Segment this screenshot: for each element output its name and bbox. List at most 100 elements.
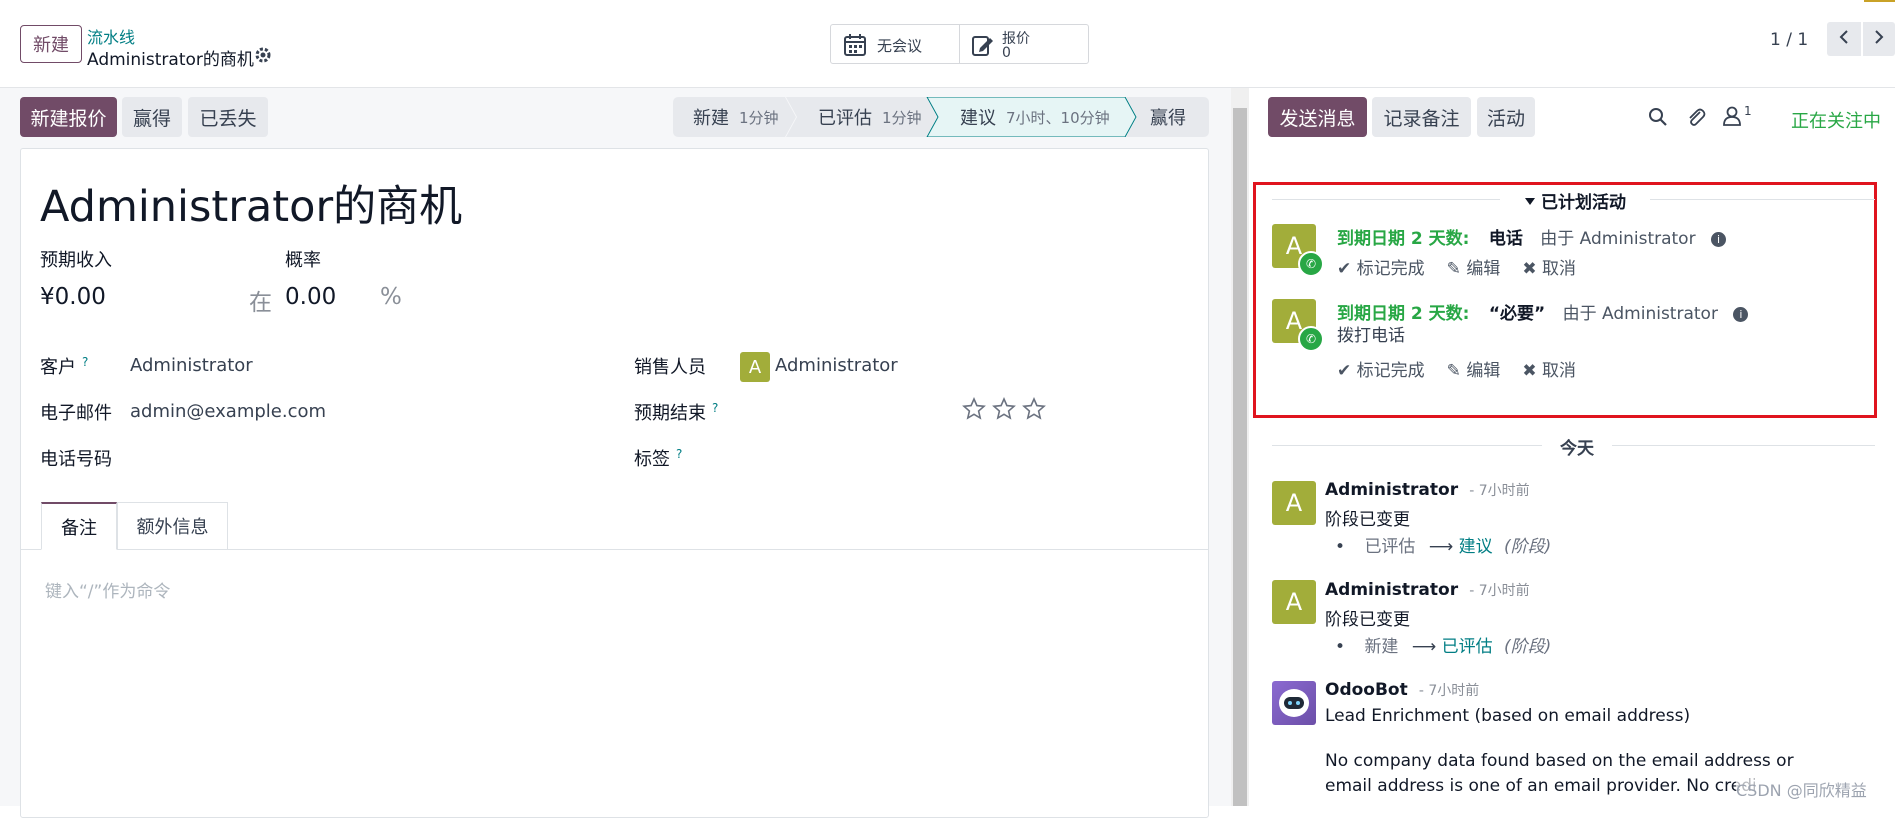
activity-note: 拨打电话	[1337, 326, 1405, 346]
help-icon[interactable]: ?	[82, 355, 88, 369]
tracking-value-line: • 已评估 ⟶ 建议 (阶段)	[1335, 532, 1551, 557]
stage-qualified-duration: 1分钟	[882, 108, 922, 127]
stage-new[interactable]: 新建 1分钟	[693, 97, 779, 137]
stage-won[interactable]: 赢得	[1150, 97, 1186, 137]
cancel-activity-button[interactable]: ✖ 取消	[1522, 254, 1576, 279]
quotations-smart-button[interactable]: 报价 0	[959, 24, 1089, 64]
edit-activity-button[interactable]: ✎ 编辑	[1447, 254, 1501, 279]
pager-next-button[interactable]	[1863, 22, 1895, 56]
tracking-field-name: (阶段)	[1504, 637, 1552, 657]
form-sheet	[20, 148, 1209, 818]
pager-value[interactable]: 1 / 1	[1770, 30, 1808, 50]
mark-done-button[interactable]: ✔ 标记完成	[1337, 356, 1425, 381]
phone-field[interactable]	[130, 443, 580, 471]
pager-previous-button[interactable]	[1827, 22, 1861, 56]
followers-icon[interactable]	[1723, 106, 1741, 130]
star-icon[interactable]	[992, 397, 1016, 421]
activity-button[interactable]: 活动	[1477, 97, 1535, 137]
paperclip-icon[interactable]	[1686, 106, 1706, 132]
customer-field[interactable]: Administrator	[130, 355, 253, 376]
following-button[interactable]: 正在关注中	[1791, 107, 1881, 133]
breadcrumb-current: Administrator的商机	[87, 50, 254, 70]
message-author[interactable]: OdooBot	[1325, 680, 1408, 700]
new-quotation-button[interactable]: 新建报价	[20, 97, 117, 137]
salesperson-field[interactable]: Administrator	[775, 355, 898, 376]
edit-document-icon	[970, 33, 994, 61]
form-scrollbar[interactable]	[1231, 88, 1249, 806]
help-icon[interactable]: ?	[712, 401, 718, 415]
info-icon[interactable]: i	[1733, 307, 1749, 322]
gear-icon[interactable]	[254, 46, 272, 64]
close-icon: ✖	[1522, 361, 1537, 381]
stage-new-label: 新建	[693, 108, 729, 129]
stage-proposition-duration: 7小时、10分钟	[1006, 108, 1110, 127]
activity-assigned: 由于 Administrator	[1562, 304, 1718, 324]
salesperson-label: 销售人员	[634, 357, 706, 378]
tab-notes[interactable]: 备注	[41, 502, 117, 550]
send-message-button[interactable]: 发送消息	[1268, 97, 1367, 137]
search-icon[interactable]	[1648, 107, 1668, 131]
calendar-icon	[843, 33, 867, 61]
arrow-right-icon: ⟶	[1411, 637, 1437, 657]
expected-revenue-value[interactable]: ¥0.00	[40, 284, 106, 310]
check-icon: ✔	[1337, 361, 1352, 381]
message-author[interactable]: Administrator	[1325, 580, 1458, 600]
message-author-avatar[interactable]: A	[1272, 580, 1316, 624]
planned-header-line-right	[1650, 199, 1875, 200]
log-note-button[interactable]: 记录备注	[1372, 97, 1471, 137]
today-line-left	[1272, 445, 1542, 446]
message-author[interactable]: Administrator	[1325, 480, 1458, 500]
expected-closing-label: 预期结束?	[634, 401, 719, 424]
planned-activities-toggle[interactable]: 已计划活动	[1525, 188, 1626, 213]
mark-done-button[interactable]: ✔ 标记完成	[1337, 254, 1425, 279]
activity-type: 电话	[1488, 229, 1523, 249]
activity-assigned: 由于 Administrator	[1540, 229, 1696, 249]
tracking-old-value: 新建	[1364, 637, 1399, 657]
scrollbar-thumb[interactable]	[1233, 108, 1247, 806]
info-icon[interactable]: i	[1710, 232, 1726, 247]
arrow-right-icon: ⟶	[1428, 537, 1454, 557]
stage-qualified[interactable]: 已评估 1分钟	[818, 97, 922, 137]
message-time: - 7小时前	[1418, 683, 1480, 699]
new-record-button[interactable]: 新建	[20, 25, 82, 63]
mark-lost-button[interactable]: 已丢失	[188, 97, 268, 137]
opportunity-title[interactable]: Administrator的商机	[40, 172, 462, 234]
activity-actions: ✔ 标记完成 ✎ 编辑 ✖ 取消	[1337, 356, 1576, 381]
email-field[interactable]: admin@example.com	[130, 401, 326, 422]
mark-won-button[interactable]: 赢得	[122, 97, 182, 137]
today-separator: 今天	[1560, 439, 1594, 459]
robot-face-icon	[1279, 689, 1309, 717]
message-body: 阶段已变更	[1325, 510, 1410, 530]
stage-proposition[interactable]: 建议 7小时、10分钟	[960, 97, 1110, 137]
email-label: 电子邮件	[40, 403, 112, 424]
message-author-avatar[interactable]: A	[1272, 481, 1316, 525]
phone-icon: ✆	[1298, 251, 1324, 277]
star-icon[interactable]	[1022, 397, 1046, 421]
pencil-icon: ✎	[1446, 361, 1461, 381]
help-icon[interactable]: ?	[676, 447, 682, 461]
tab-extra-info[interactable]: 额外信息	[117, 502, 228, 549]
expected-closing-field[interactable]	[740, 397, 940, 425]
quotations-count: 0	[1002, 45, 1011, 61]
followers-count: 1	[1744, 104, 1752, 118]
star-icon[interactable]	[962, 397, 986, 421]
close-icon: ✖	[1522, 259, 1537, 279]
planned-header-line-left	[1272, 199, 1500, 200]
chevron-left-icon	[1838, 29, 1850, 49]
expected-revenue-label: 预期收入	[40, 250, 112, 271]
today-line-right	[1612, 445, 1875, 446]
tracking-new-value: 建议	[1458, 537, 1493, 557]
notes-editor[interactable]: 键入“/”作为命令	[45, 577, 170, 602]
cancel-activity-button[interactable]: ✖ 取消	[1522, 356, 1576, 381]
bullet: •	[1335, 637, 1346, 657]
tags-field[interactable]	[740, 443, 1180, 471]
meetings-smart-button[interactable]: 无会议	[830, 24, 960, 64]
activity-type: “必要”	[1488, 304, 1546, 324]
edit-activity-button[interactable]: ✎ 编辑	[1447, 356, 1501, 381]
stage-proposition-label: 建议	[960, 108, 996, 129]
odoobot-avatar[interactable]	[1272, 681, 1316, 725]
priority-stars[interactable]	[962, 397, 1046, 421]
stage-won-label: 赢得	[1150, 108, 1186, 129]
tracking-old-value: 已评估	[1364, 537, 1416, 557]
probability-value[interactable]: 0.00	[285, 284, 336, 310]
